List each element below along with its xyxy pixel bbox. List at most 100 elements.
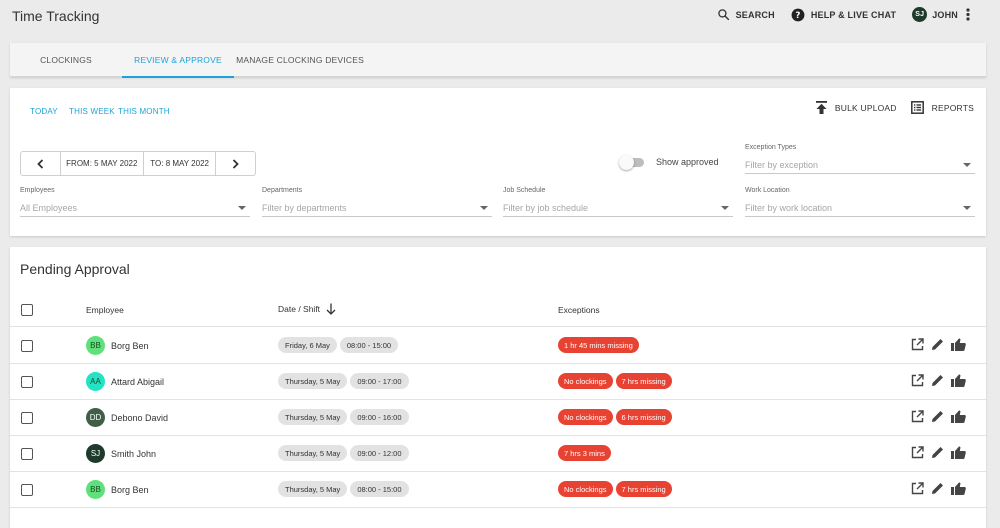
open-in-new-icon[interactable]	[911, 410, 924, 423]
exception-badge: 1 hr 45 mins missing	[558, 337, 639, 353]
row-checkbox[interactable]	[21, 340, 33, 352]
toggle-track[interactable]	[619, 154, 644, 170]
work-location-label: Work Location	[745, 187, 790, 194]
table-row[interactable]: BB Borg Ben Thursday, 5 May 08:00 - 15:00 No…	[10, 472, 986, 508]
date-shift-chips: Friday, 6 May 08:00 - 15:00	[278, 337, 401, 353]
help-chat-button[interactable]: ? HELP & LIVE CHAT	[791, 8, 896, 22]
tab-manage-clocking-devices[interactable]: MANAGE CLOCKING DEVICES	[234, 43, 366, 77]
date-to[interactable]: TO: 8 MAY 2022	[144, 152, 215, 175]
date-shift-chips: Thursday, 5 May 09:00 - 17:00	[278, 373, 412, 389]
row-checkbox[interactable]	[21, 448, 33, 460]
column-exceptions: Exceptions	[558, 305, 600, 315]
work-location-box[interactable]: Filter by work location	[745, 200, 975, 217]
table-row[interactable]: AA Attard Abigail Thursday, 5 May 09:00 - 1…	[10, 364, 986, 400]
edit-icon[interactable]	[931, 446, 944, 459]
thumb-up-icon[interactable]	[951, 410, 966, 423]
employees-box[interactable]: All Employees	[20, 200, 250, 217]
column-date-shift[interactable]: Date / Shift	[278, 303, 336, 315]
user-menu[interactable]: SJ JOHN	[912, 7, 976, 22]
thumb-up-icon[interactable]	[951, 338, 966, 351]
tab-review-approve[interactable]: REVIEW & APPROVE	[122, 43, 234, 78]
edit-icon[interactable]	[931, 374, 944, 387]
shift-chip: 08:00 - 15:00	[339, 337, 399, 353]
shift-chip: 08:00 - 15:00	[350, 481, 409, 497]
employee-name[interactable]: Smith John	[111, 449, 156, 459]
quick-filter-this-week[interactable]: THIS WEEK	[69, 107, 115, 116]
employee-avatar: DD	[86, 408, 105, 427]
select-all-checkbox[interactable]	[21, 304, 33, 316]
edit-icon[interactable]	[931, 410, 944, 423]
chevron-left-icon	[37, 158, 43, 169]
table-row[interactable]: DD Debono David Thursday, 5 May 09:00 - 16:…	[10, 400, 986, 436]
row-checkbox[interactable]	[21, 412, 33, 424]
employee-name[interactable]: Debono David	[111, 413, 168, 423]
exception-badges: No clockings 7 hrs missing	[558, 373, 675, 389]
exception-badges: 1 hr 45 mins missing	[558, 337, 642, 353]
help-label: HELP & LIVE CHAT	[810, 9, 897, 20]
previous-period-button[interactable]	[21, 152, 61, 175]
row-checkbox[interactable]	[21, 376, 33, 388]
employee-name[interactable]: Borg Ben	[111, 485, 149, 495]
table-row[interactable]: SJ Smith John Thursday, 5 May 09:00 - 12:00…	[10, 436, 986, 472]
chevron-right-icon	[233, 158, 239, 169]
exception-badge: No clockings	[558, 373, 613, 389]
thumb-up-icon[interactable]	[951, 446, 966, 459]
exception-types-box[interactable]: Filter by exception	[745, 157, 975, 174]
thumb-up-icon[interactable]	[951, 482, 966, 495]
employee-name[interactable]: Attard Abigail	[111, 377, 164, 387]
exception-badges: No clockings 6 hrs missing	[558, 409, 675, 425]
exception-types-select[interactable]: Exception Types Filter by exception	[745, 144, 975, 174]
open-in-new-icon[interactable]	[911, 482, 924, 495]
bulk-upload-button[interactable]: BULK UPLOAD	[815, 101, 897, 114]
exception-types-label: Exception Types	[745, 144, 797, 151]
exception-badges: 7 hrs 3 mins	[558, 445, 614, 461]
filter-actions: BULK UPLOAD REPORTS	[802, 101, 974, 114]
date-from[interactable]: FROM: 5 MAY 2022	[61, 152, 144, 175]
row-checkbox[interactable]	[21, 484, 33, 496]
job-schedule-select[interactable]: Job Schedule Filter by job schedule	[503, 187, 733, 217]
departments-select[interactable]: Departments Filter by departments	[262, 187, 492, 217]
employee-avatar: AA	[86, 372, 105, 391]
exception-types-value: Filter by exception	[745, 160, 819, 170]
user-name: JOHN	[932, 9, 958, 20]
open-in-new-icon[interactable]	[911, 374, 924, 387]
edit-icon[interactable]	[931, 338, 944, 351]
toggle-knob[interactable]	[619, 154, 634, 170]
reports-icon	[910, 101, 924, 114]
employees-select[interactable]: Employees All Employees	[20, 187, 250, 217]
open-in-new-icon[interactable]	[911, 338, 924, 351]
date-shift-chips: Thursday, 5 May 09:00 - 16:00	[278, 409, 412, 425]
tab-bar: CLOCKINGS REVIEW & APPROVE MANAGE CLOCKI…	[10, 43, 986, 78]
reports-button[interactable]: REPORTS	[910, 101, 974, 114]
employee-name[interactable]: Borg Ben	[111, 341, 149, 351]
exception-badge: 7 hrs 3 mins	[558, 445, 611, 461]
column-employee[interactable]: Employee	[86, 305, 124, 315]
quick-filter-this-month[interactable]: THIS MONTH	[118, 107, 170, 116]
thumb-up-icon[interactable]	[951, 374, 966, 387]
date-chip: Thursday, 5 May	[278, 481, 348, 497]
date-range-picker: FROM: 5 MAY 2022 TO: 8 MAY 2022	[20, 151, 256, 176]
date-shift-chips: Thursday, 5 May 08:00 - 15:00	[278, 481, 412, 497]
search-label: SEARCH	[735, 9, 775, 20]
shift-chip: 09:00 - 17:00	[350, 373, 409, 389]
show-approved-toggle[interactable]: Show approved	[619, 154, 719, 170]
show-approved-label: Show approved	[656, 157, 719, 167]
quick-filter-today[interactable]: TODAY	[30, 107, 58, 116]
more-vert-icon[interactable]	[966, 8, 970, 21]
app-bar: Time Tracking SEARCH ? HELP & LIVE CHAT …	[0, 0, 1000, 33]
work-location-select[interactable]: Work Location Filter by work location	[745, 187, 975, 217]
arrow-down-icon[interactable]	[326, 303, 336, 315]
pending-approval-card: Pending Approval Employee Date / Shift E…	[10, 247, 986, 528]
edit-icon[interactable]	[931, 482, 944, 495]
table-row[interactable]: BB Borg Ben Friday, 6 May 08:00 - 15:00 1 hr…	[10, 328, 986, 364]
next-period-button[interactable]	[215, 152, 255, 175]
user-avatar: SJ	[912, 7, 928, 22]
date-chip: Friday, 6 May	[278, 337, 337, 353]
tab-clockings[interactable]: CLOCKINGS	[10, 43, 122, 77]
departments-box[interactable]: Filter by departments	[262, 200, 492, 217]
dropdown-arrow-icon	[963, 206, 971, 210]
row-actions	[911, 482, 973, 495]
open-in-new-icon[interactable]	[911, 446, 924, 459]
job-schedule-box[interactable]: Filter by job schedule	[503, 200, 733, 217]
search-button[interactable]: SEARCH	[717, 8, 775, 21]
